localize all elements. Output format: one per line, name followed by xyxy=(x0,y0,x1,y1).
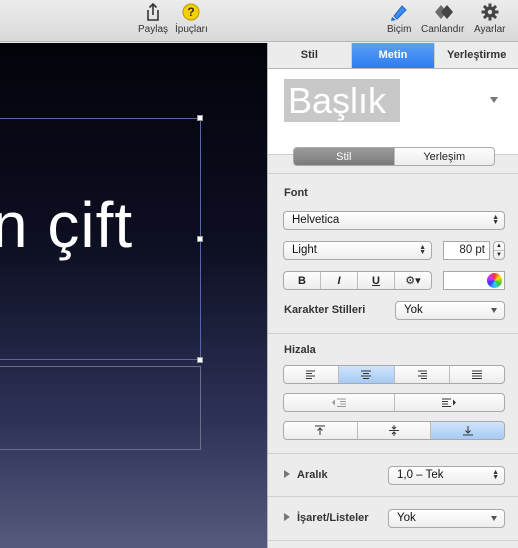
format-inspector: Stil Metin Yerleştirme Başlık Stil Yerle… xyxy=(267,43,518,548)
font-family-popup[interactable]: Helvetica ▲ ▼ xyxy=(283,211,505,230)
paragraph-style-well[interactable]: Başlık xyxy=(268,69,518,155)
resize-handle-bottom-right[interactable] xyxy=(197,357,203,363)
tab-arrange[interactable]: Yerleştirme xyxy=(435,43,518,68)
advanced-options-button[interactable]: ⚙▾ xyxy=(395,272,431,289)
resize-handle-top-right[interactable] xyxy=(197,115,203,121)
bullets-label[interactable]: İşaret/Listeler xyxy=(297,512,369,524)
paragraph-style-preview[interactable]: Başlık xyxy=(284,79,400,122)
align-bottom-button[interactable] xyxy=(431,422,504,439)
align-section-title: Hizala xyxy=(284,344,316,356)
divider xyxy=(268,496,518,497)
font-size-stepper[interactable]: ▲ ▼ xyxy=(493,241,505,260)
indent-buttons xyxy=(283,393,505,412)
tab-text[interactable]: Metin xyxy=(351,43,436,68)
font-family-value: Helvetica xyxy=(292,214,340,226)
body-placeholder[interactable] xyxy=(0,366,201,450)
spacing-label[interactable]: Aralık xyxy=(297,469,328,481)
toolbar: Paylaş ? İpuçları Biçim Canlandır Ayarla… xyxy=(0,0,518,42)
align-top-icon xyxy=(315,425,326,435)
vertical-align-buttons xyxy=(283,421,505,440)
chevron-down-icon xyxy=(491,308,497,313)
character-styles-label: Karakter Stilleri xyxy=(284,304,366,316)
italic-button[interactable]: I xyxy=(321,272,358,289)
font-style-buttons: B I U ⚙▾ xyxy=(283,271,432,290)
inspector-tabs: Stil Metin Yerleştirme xyxy=(268,43,518,69)
underline-button[interactable]: U xyxy=(358,272,395,289)
tips-label: İpuçları xyxy=(175,24,208,35)
spacing-value: 1,0 – Tek xyxy=(397,469,444,481)
stepper-down-icon[interactable]: ▼ xyxy=(494,251,504,259)
typeface-popup[interactable]: Light ▲ ▼ xyxy=(283,241,432,260)
align-center-button[interactable] xyxy=(339,366,395,383)
gear-icon xyxy=(481,3,499,21)
subtab-style[interactable]: Stil xyxy=(294,148,395,165)
align-middle-icon xyxy=(389,425,399,436)
bold-button[interactable]: B xyxy=(284,272,321,289)
justify-icon xyxy=(471,370,482,379)
animate-button[interactable]: Canlandır xyxy=(421,2,464,35)
align-right-icon xyxy=(417,370,427,379)
settings-button[interactable]: Ayarlar xyxy=(474,2,506,35)
align-bottom-icon xyxy=(462,426,473,436)
character-styles-popup[interactable]: Yok xyxy=(395,301,505,320)
updown-arrows-icon: ▲ ▼ xyxy=(419,244,426,256)
align-top-button[interactable] xyxy=(284,422,358,439)
font-section-title: Font xyxy=(284,187,308,199)
divider xyxy=(268,453,518,454)
svg-text:?: ? xyxy=(188,5,195,19)
text-subtabs: Stil Yerleşim xyxy=(293,147,495,166)
justify-button[interactable] xyxy=(450,366,504,383)
align-middle-button[interactable] xyxy=(358,422,432,439)
format-button[interactable]: Biçim xyxy=(387,2,411,35)
align-center-icon xyxy=(361,370,372,379)
disclosure-triangle-icon[interactable] xyxy=(284,513,290,521)
share-icon xyxy=(147,2,159,21)
divider xyxy=(268,333,518,334)
tab-style[interactable]: Stil xyxy=(268,43,352,68)
decrease-indent-button[interactable] xyxy=(284,394,395,411)
slide-canvas[interactable]: n çift xyxy=(0,43,267,548)
text-color-well[interactable] xyxy=(443,271,505,290)
bullets-value: Yok xyxy=(397,512,416,524)
disclosure-triangle-icon[interactable] xyxy=(284,470,290,478)
settings-label: Ayarlar xyxy=(474,24,506,35)
paintbrush-icon xyxy=(391,5,407,21)
chevron-down-icon xyxy=(491,516,497,521)
align-left-button[interactable] xyxy=(284,366,340,383)
font-size-field[interactable]: 80 pt xyxy=(443,241,490,260)
question-icon: ? xyxy=(182,3,200,21)
horizontal-align-buttons xyxy=(283,365,505,384)
slide-title-text[interactable]: n çift xyxy=(0,188,133,262)
chevron-down-icon[interactable] xyxy=(490,97,498,103)
increase-indent-icon xyxy=(442,398,457,407)
increase-indent-button[interactable] xyxy=(395,394,505,411)
tips-button[interactable]: ? İpuçları xyxy=(175,2,208,35)
decrease-indent-icon xyxy=(331,398,346,407)
color-wheel-icon[interactable] xyxy=(487,273,502,288)
divider xyxy=(268,173,518,174)
character-styles-value: Yok xyxy=(404,304,423,316)
divider xyxy=(268,540,518,541)
resize-handle-right[interactable] xyxy=(197,236,203,242)
format-label: Biçim xyxy=(387,24,412,35)
subtab-layout[interactable]: Yerleşim xyxy=(395,148,495,165)
share-button[interactable]: Paylaş xyxy=(138,2,168,35)
align-right-button[interactable] xyxy=(395,366,450,383)
spacing-popup[interactable]: 1,0 – Tek ▲ ▼ xyxy=(388,466,505,485)
updown-arrows-icon: ▲ ▼ xyxy=(492,214,499,226)
share-label: Paylaş xyxy=(138,24,169,35)
updown-arrows-icon: ▲ ▼ xyxy=(492,469,499,481)
typeface-value: Light xyxy=(292,244,317,256)
animate-icon xyxy=(434,5,453,19)
align-left-icon xyxy=(306,370,316,379)
gear-icon: ⚙▾ xyxy=(405,275,421,287)
stepper-up-icon[interactable]: ▲ xyxy=(494,242,504,251)
animate-label: Canlandır xyxy=(421,24,465,35)
bullets-popup[interactable]: Yok xyxy=(388,509,505,528)
